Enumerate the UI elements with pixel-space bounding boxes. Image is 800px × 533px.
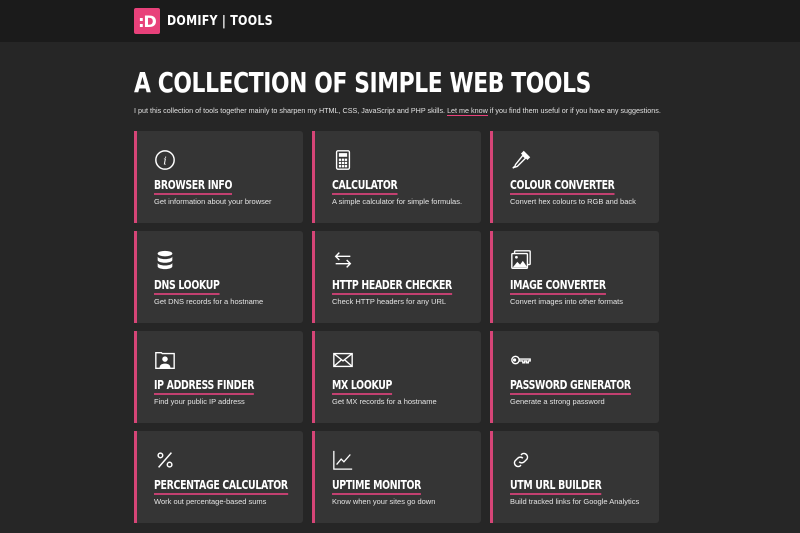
- tool-description: Get information about your browser: [154, 197, 272, 206]
- link-icon: [510, 449, 532, 471]
- tool-title: IP ADDRESS FINDER: [154, 378, 254, 395]
- tool-description: Get MX records for a hostname: [332, 397, 437, 406]
- logo-icon: :D: [134, 8, 160, 34]
- tool-title: PASSWORD GENERATOR: [510, 378, 631, 395]
- images-icon: [510, 249, 532, 271]
- tool-title: UTM URL BUILDER: [510, 478, 602, 495]
- tool-description: Check HTTP headers for any URL: [332, 297, 447, 306]
- tool-card-password-generator[interactable]: PASSWORD GENERATOR Generate a strong pas…: [490, 331, 659, 423]
- tool-card-image-converter[interactable]: IMAGE CONVERTER Convert images into othe…: [490, 231, 659, 323]
- tool-card-http-header-checker[interactable]: HTTP HEADER CHECKER Check HTTP headers f…: [312, 231, 481, 323]
- envelope-icon: [332, 349, 354, 371]
- tool-title: CALCULATOR: [332, 178, 398, 195]
- user-frame-icon: [154, 349, 176, 371]
- svg-text:i: i: [163, 155, 167, 168]
- tool-description: Work out percentage-based sums: [154, 497, 267, 506]
- logo-link[interactable]: :D DOMIFY | TOOLS: [134, 8, 292, 34]
- tool-title: BROWSER INFO: [154, 178, 232, 195]
- tool-title: COLOUR CONVERTER: [510, 178, 615, 195]
- tool-card-uptime-monitor[interactable]: UPTIME MONITOR Know when your sites go d…: [312, 431, 481, 523]
- database-icon: [154, 249, 176, 271]
- tool-card-calculator[interactable]: CALCULATOR A simple calculator for simpl…: [312, 131, 481, 223]
- tool-title: IMAGE CONVERTER: [510, 278, 606, 295]
- tool-description: Get DNS records for a hostname: [154, 297, 264, 306]
- tools-grid: i BROWSER INFO Get information about you…: [134, 131, 660, 523]
- tool-card-dns-lookup[interactable]: DNS LOOKUP Get DNS records for a hostnam…: [134, 231, 303, 323]
- intro-text-start: I put this collection of tools together …: [134, 106, 448, 115]
- tool-card-ip-address-finder[interactable]: IP ADDRESS FINDER Find your public IP ad…: [134, 331, 303, 423]
- key-icon: [510, 349, 532, 371]
- tool-description: A simple calculator for simple formulas.: [332, 197, 463, 206]
- tool-title: UPTIME MONITOR: [332, 478, 421, 495]
- percent-icon: [154, 449, 176, 471]
- intro-text-end: if you find them useful or if you have a…: [487, 106, 661, 115]
- top-bar: :D DOMIFY | TOOLS: [0, 0, 800, 42]
- eyedropper-icon: [510, 149, 532, 171]
- tool-card-colour-converter[interactable]: COLOUR CONVERTER Convert hex colours to …: [490, 131, 659, 223]
- arrows-exchange-icon: [332, 249, 354, 271]
- tool-description: Find your public IP address: [154, 397, 245, 406]
- tool-description: Convert images into other formats: [510, 297, 623, 306]
- tool-title: PERCENTAGE CALCULATOR: [154, 478, 288, 495]
- tool-title: HTTP HEADER CHECKER: [332, 278, 452, 295]
- intro-text: I put this collection of tools together …: [134, 106, 661, 116]
- page-title: A COLLECTION OF SIMPLE WEB TOOLS: [134, 66, 591, 99]
- tool-card-browser-info[interactable]: i BROWSER INFO Get information about you…: [134, 131, 303, 223]
- tool-card-utm-url-builder[interactable]: UTM URL BUILDER Build tracked links for …: [490, 431, 659, 523]
- contact-link[interactable]: Let me know: [447, 106, 488, 116]
- calculator-icon: [332, 149, 354, 171]
- tool-title: DNS LOOKUP: [154, 278, 220, 295]
- main-content: A COLLECTION OF SIMPLE WEB TOOLS I put t…: [134, 42, 661, 523]
- line-chart-icon: [332, 449, 354, 471]
- tool-card-percentage-calculator[interactable]: PERCENTAGE CALCULATOR Work out percentag…: [134, 431, 303, 523]
- brand-name: DOMIFY | TOOLS: [167, 13, 273, 29]
- tool-title: MX LOOKUP: [332, 378, 392, 395]
- tool-description: Convert hex colours to RGB and back: [510, 197, 636, 206]
- tool-description: Build tracked links for Google Analytics: [510, 497, 640, 506]
- tool-description: Generate a strong password: [510, 397, 605, 406]
- tool-description: Know when your sites go down: [332, 497, 436, 506]
- info-icon: i: [154, 149, 176, 171]
- tool-card-mx-lookup[interactable]: MX LOOKUP Get MX records for a hostname: [312, 331, 481, 423]
